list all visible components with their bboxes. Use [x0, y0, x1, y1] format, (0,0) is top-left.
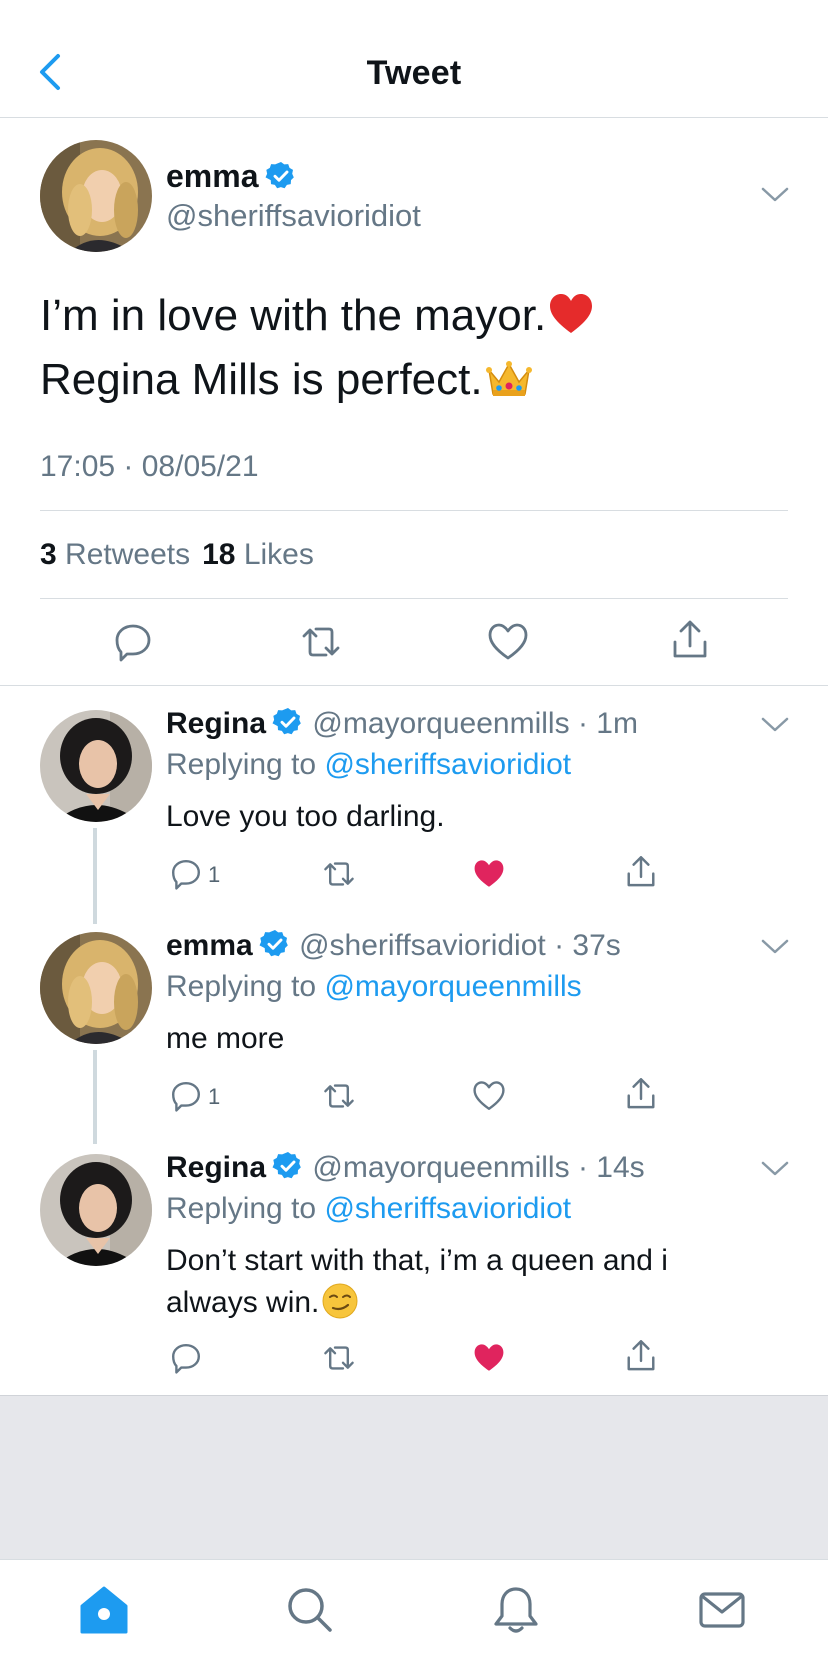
avatar-emma[interactable]	[40, 140, 152, 252]
reply-header: emma @sheriffsavioridiot · 37s	[166, 928, 621, 963]
red-heart-icon	[548, 292, 594, 336]
share-icon[interactable]	[624, 1076, 658, 1112]
avatar-regina[interactable]	[40, 1154, 152, 1266]
reply-author-name[interactable]: Regina	[166, 1151, 266, 1184]
tweet-timestamp: 17:05 · 08/05/21	[40, 450, 259, 483]
verified-badge-icon	[265, 160, 297, 192]
replying-to: Replying to @sheriffsavioridiot	[166, 1192, 572, 1225]
chevron-down-icon[interactable]	[760, 716, 790, 734]
like-icon-filled[interactable]	[472, 858, 506, 890]
chevron-down-icon[interactable]	[760, 1160, 790, 1178]
reply-header: Regina @mayorqueenmills · 14s	[166, 1150, 645, 1185]
reply-author-handle[interactable]: @sheriffsavioridiot	[299, 929, 546, 962]
retweet-count[interactable]: 3	[40, 538, 57, 571]
reply-icon[interactable]	[170, 1342, 202, 1374]
reply-text: Love you too darling.	[166, 800, 445, 833]
divider	[40, 510, 788, 511]
tweet-text: I’m in love with the mayor. Regina Mills…	[40, 284, 594, 412]
share-icon[interactable]	[670, 618, 710, 662]
reply-icon[interactable]	[170, 1080, 202, 1112]
avatar-regina[interactable]	[40, 710, 152, 822]
empty-area	[0, 1395, 828, 1559]
thread-line	[93, 828, 97, 924]
retweet-icon[interactable]	[320, 1080, 358, 1112]
reply-header: Regina @mayorqueenmills · 1m	[166, 706, 638, 741]
smirking-face-icon	[321, 1282, 359, 1320]
mention-link[interactable]: @mayorqueenmills	[324, 970, 581, 1003]
reply-count: 1	[208, 1084, 221, 1109]
chevron-down-icon[interactable]	[760, 938, 790, 956]
divider	[0, 685, 828, 686]
replying-to: Replying to @mayorqueenmills	[166, 970, 582, 1003]
messages-icon[interactable]	[696, 1584, 748, 1636]
author-handle[interactable]: @sheriffsavioridiot	[166, 198, 421, 234]
like-count[interactable]: 18	[202, 538, 235, 571]
retweet-icon[interactable]	[320, 1342, 358, 1374]
mention-link[interactable]: @sheriffsavioridiot	[324, 748, 571, 781]
reply-count: 1	[208, 862, 221, 887]
like-icon[interactable]	[472, 1080, 506, 1112]
replying-to: Replying to @sheriffsavioridiot	[166, 748, 572, 781]
reply-icon[interactable]	[170, 858, 202, 890]
reply-text: Don’t start with that, i’m a queen and i…	[166, 1244, 668, 1320]
reply-time: · 37s	[554, 929, 621, 962]
thread-line	[93, 1050, 97, 1144]
retweet-icon[interactable]	[298, 622, 344, 662]
verified-badge-icon	[272, 706, 304, 738]
reply-text: me more	[166, 1022, 285, 1055]
share-icon[interactable]	[624, 854, 658, 890]
author-name[interactable]: emma	[166, 158, 297, 195]
avatar-emma[interactable]	[40, 932, 152, 1044]
top-bar: Tweet	[0, 0, 828, 118]
verified-badge-icon	[259, 928, 291, 960]
page-title: Tweet	[366, 54, 462, 92]
like-icon-filled[interactable]	[472, 1342, 506, 1374]
bottom-tab-bar	[0, 1559, 828, 1675]
divider	[40, 598, 788, 599]
crown-icon	[485, 358, 533, 400]
chevron-down-icon[interactable]	[760, 186, 790, 204]
share-icon[interactable]	[624, 1338, 658, 1374]
reply-time: · 1m	[577, 707, 638, 740]
verified-badge-icon	[272, 1150, 304, 1182]
notifications-icon[interactable]	[490, 1584, 542, 1636]
home-icon[interactable]	[78, 1584, 130, 1636]
reply-author-handle[interactable]: @mayorqueenmills	[312, 707, 569, 740]
reply-author-handle[interactable]: @mayorqueenmills	[312, 1151, 569, 1184]
reply-author-name[interactable]: emma	[166, 929, 253, 962]
reply-author-name[interactable]: Regina	[166, 707, 266, 740]
retweets-label[interactable]: Retweets	[65, 538, 190, 571]
tweet-stats: 3 Retweets 18 Likes	[40, 538, 314, 572]
likes-label[interactable]: Likes	[244, 538, 314, 571]
retweet-icon[interactable]	[320, 858, 358, 890]
search-icon[interactable]	[284, 1584, 336, 1636]
reply-icon[interactable]	[113, 622, 153, 662]
like-icon[interactable]	[487, 622, 529, 662]
mention-link[interactable]: @sheriffsavioridiot	[324, 1192, 571, 1225]
reply-time: · 14s	[577, 1151, 645, 1184]
